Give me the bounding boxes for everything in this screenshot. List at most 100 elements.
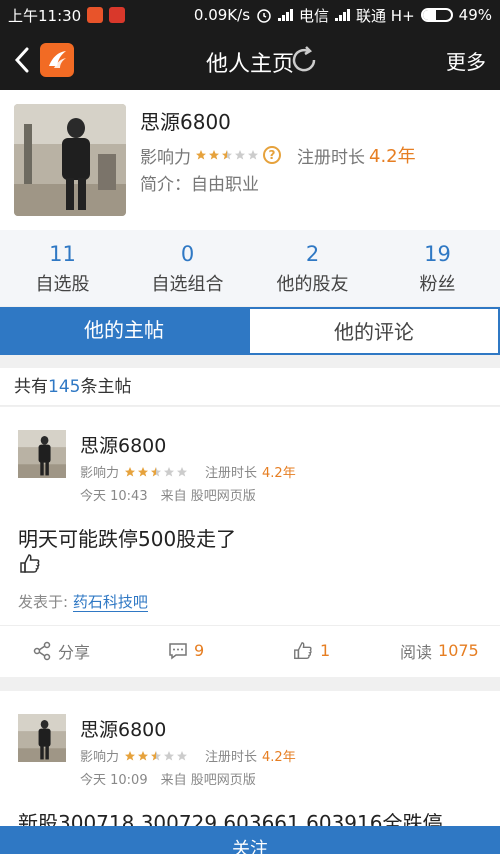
avatar[interactable] (18, 430, 66, 478)
signal-icon-2 (335, 9, 351, 21)
influence-stars (195, 149, 259, 161)
read-label: 阅读 (400, 642, 433, 662)
post-source: 今天 10:43 来自 股吧网页版 (80, 489, 256, 504)
back-button[interactable] (4, 30, 40, 90)
thumbs-up-icon (294, 641, 312, 659)
star-full-icon (138, 750, 149, 760)
influence-label: 影响力 (80, 750, 120, 765)
star-half-icon (151, 750, 162, 760)
read-count: 阅读 1075 (400, 639, 479, 663)
reg-value: 4.2年 (369, 146, 416, 167)
stat-num: 19 (424, 242, 451, 266)
app-logo (40, 43, 74, 77)
reg-label: 注册时长 (205, 466, 258, 481)
profile-name: 思源6800 (140, 110, 231, 134)
count-num: 145 (48, 377, 81, 397)
star-full-icon (125, 750, 136, 760)
carrier-2: 联通 H+ (356, 6, 415, 25)
star-empty-icon (164, 750, 175, 760)
nav-bar: 他人主页 更多 (0, 30, 500, 90)
like-button[interactable]: 1 (292, 640, 330, 662)
alarm-icon (257, 9, 271, 23)
post-content[interactable]: 明天可能跌停500股走了 (18, 523, 236, 552)
influence-stars (124, 466, 188, 478)
tab-comments[interactable]: 他的评论 (248, 307, 500, 353)
post-meta: 影响力 注册时长 4.2年 (80, 462, 296, 481)
page-title: 他人主页 (205, 52, 294, 77)
avatar-photo (18, 714, 66, 762)
avatar[interactable] (14, 104, 126, 216)
profile-card: 思源6800 影响力 ? 注册时长 4.2年 简介：自由职业 (0, 90, 500, 230)
star-full-icon (196, 150, 206, 160)
tab-bar: 他的主帖 他的评论 (0, 307, 500, 355)
post-author[interactable]: 思源6800 (80, 431, 166, 458)
stat-label: 粉丝 (419, 274, 456, 295)
star-full-icon (125, 466, 136, 476)
stat-fans[interactable]: 19 粉丝 (375, 230, 500, 306)
influence-label: 影响力 (140, 147, 191, 168)
star-full-icon (138, 466, 149, 476)
profile-intro: 简介：自由职业 (140, 175, 259, 195)
post-meta: 影响力 注册时长 4.2年 (80, 746, 296, 765)
post-item[interactable]: 思源6800 影响力 注册时长 4.2年 今天 10:43 来自 股吧网页版 明… (0, 407, 500, 677)
share-button[interactable]: 分享 (32, 639, 90, 663)
count-suffix: 条主帖 (80, 377, 132, 397)
star-empty-icon (164, 466, 175, 476)
reg-value: 4.2年 (262, 466, 296, 481)
avatar-photo (14, 104, 126, 216)
from-label: 发表于: (18, 593, 69, 611)
carrier-1: 电信 (299, 6, 330, 25)
stat-label: 自选股 (35, 274, 90, 295)
reg-label: 注册时长 (297, 147, 365, 168)
like-count: 1 (320, 641, 331, 660)
more-button[interactable]: 更多 (446, 46, 486, 75)
star-empty-icon (248, 150, 258, 160)
star-half-icon (222, 150, 232, 160)
stat-watchlist[interactable]: 11 自选股 (0, 230, 125, 306)
status-time: 上午11:30 (8, 6, 82, 25)
share-icon (33, 641, 51, 660)
reg-value: 4.2年 (262, 750, 296, 765)
post-author[interactable]: 思源6800 (80, 715, 166, 742)
star-full-icon (209, 150, 219, 160)
stat-num: 2 (305, 242, 320, 266)
profile-meta: 影响力 ? 注册时长 4.2年 (140, 142, 416, 168)
stats-bar: 11 自选股 0 自选组合 2 他的股友 19 粉丝 (0, 230, 500, 306)
influence-stars (124, 750, 188, 762)
thumbs-up-emoji-icon (20, 554, 40, 573)
tab-posts[interactable]: 他的主帖 (0, 307, 248, 353)
logo-icon (49, 51, 66, 68)
star-empty-icon (177, 750, 188, 760)
star-half-icon (151, 466, 162, 476)
news-notification-icon (109, 7, 126, 23)
comment-icon (169, 642, 187, 659)
post-actions: 分享 9 1 阅读 1075 (0, 625, 500, 675)
stat-friends[interactable]: 2 他的股友 (250, 230, 375, 306)
star-empty-icon (177, 466, 188, 476)
battery-percent: 49% (458, 6, 492, 24)
post-count: 共有145条主帖 (0, 368, 500, 406)
influence-label: 影响力 (80, 466, 120, 481)
status-bar: 上午11:30 0.09K/s 电信 联通 H+ 49% (0, 0, 500, 30)
app-notification-icon (87, 7, 104, 23)
refresh-icon[interactable] (288, 44, 320, 76)
share-label: 分享 (58, 642, 91, 662)
help-icon[interactable]: ? (263, 146, 281, 164)
post-source: 今天 10:09 来自 股吧网页版 (80, 773, 256, 788)
post-from: 发表于: 药石科技吧 (18, 591, 148, 612)
stat-portfolios[interactable]: 0 自选组合 (125, 230, 250, 306)
bar-link[interactable]: 药石科技吧 (72, 593, 148, 612)
comment-count: 9 (194, 641, 205, 660)
network-speed: 0.09K/s (193, 6, 251, 24)
avatar[interactable] (18, 714, 66, 762)
read-value: 1075 (438, 641, 479, 660)
stat-num: 11 (49, 242, 76, 266)
comment-button[interactable]: 9 (168, 641, 204, 661)
star-empty-icon (235, 150, 245, 160)
battery-icon (420, 8, 453, 22)
stat-label: 自选组合 (151, 274, 224, 295)
chevron-left-icon (14, 47, 29, 73)
signal-icon (278, 9, 294, 21)
follow-button[interactable]: 关注 (0, 826, 500, 854)
stat-label: 他的股友 (276, 274, 349, 295)
